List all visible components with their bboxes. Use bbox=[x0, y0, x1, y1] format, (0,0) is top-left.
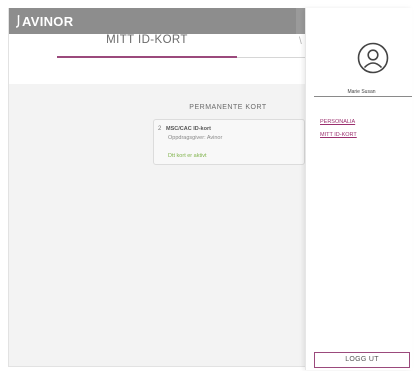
card-index-icon: 2 bbox=[158, 126, 162, 132]
tab-divider bbox=[237, 57, 306, 58]
tab-mitt-id-kort[interactable]: MITT ID-KORT bbox=[57, 34, 237, 46]
tab-active-indicator bbox=[57, 56, 237, 58]
menu-link-mitt-id-kort[interactable]: MITT ID-KORT bbox=[320, 132, 357, 138]
screen: AVINOR MITT ID-KORT \ PERMANENTE KORT 2 … bbox=[0, 0, 418, 371]
user-avatar-icon[interactable] bbox=[357, 42, 389, 74]
card-subtitle: Oppdragsgiver: Avinor bbox=[168, 135, 223, 141]
section-title: PERMANENTE KORT bbox=[189, 104, 267, 111]
drawer-divider bbox=[314, 96, 412, 97]
card-status: Dtt kort er aktivt bbox=[168, 153, 207, 159]
brand-text: AVINOR bbox=[22, 14, 74, 29]
tab-next-peek[interactable]: \ bbox=[299, 36, 302, 47]
app-main: AVINOR MITT ID-KORT \ PERMANENTE KORT 2 … bbox=[8, 8, 306, 367]
logout-button[interactable]: LOGG UT bbox=[314, 352, 410, 368]
menu-link-personalia[interactable]: PERSONALIA bbox=[320, 119, 355, 125]
app-header: AVINOR bbox=[9, 8, 306, 34]
card-title: MSC/CAC ID-kort bbox=[166, 126, 211, 132]
user-name: Marie Susan bbox=[347, 89, 376, 95]
id-card-item[interactable]: 2 MSC/CAC ID-kort Oppdragsgiver: Avinor … bbox=[153, 119, 305, 165]
brand-logo[interactable]: AVINOR bbox=[15, 14, 73, 29]
avinor-logo-mark-icon bbox=[15, 14, 20, 29]
side-drawer: Marie Susan PERSONALIA MITT ID-KORT LOGG… bbox=[305, 8, 412, 370]
